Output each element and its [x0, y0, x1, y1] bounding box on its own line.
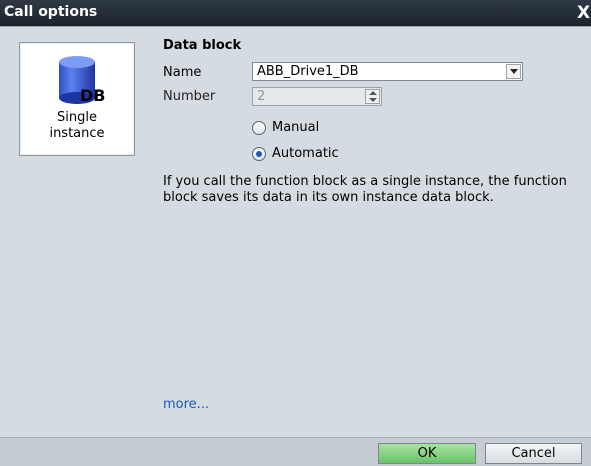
more-link[interactable]: more...	[163, 397, 209, 412]
name-value: ABB_Drive1_DB	[257, 64, 359, 79]
name-label: Name	[163, 65, 202, 80]
close-icon[interactable]: X	[577, 3, 591, 23]
dialog-body: DB Single instance Data block Name ABB_D…	[0, 26, 591, 438]
radio-manual-label: Manual	[272, 120, 320, 135]
chevron-down-icon[interactable]	[506, 64, 521, 79]
data-block-panel: Data block Name ABB_Drive1_DB Number 2 M…	[150, 27, 591, 438]
spinner-icon	[365, 89, 380, 104]
number-value: 2	[257, 89, 266, 104]
ok-button[interactable]: OK	[378, 443, 476, 464]
radio-automatic-label: Automatic	[272, 146, 339, 161]
cancel-button[interactable]: Cancel	[485, 443, 582, 464]
radio-manual-circle[interactable]	[252, 121, 266, 135]
name-dropdown[interactable]: ABB_Drive1_DB	[252, 62, 523, 81]
radio-automatic-circle[interactable]	[252, 147, 266, 161]
section-title: Data block	[163, 38, 242, 53]
number-label: Number	[163, 89, 216, 104]
db-icon-text: DB	[80, 86, 106, 105]
single-instance-button[interactable]: DB Single instance	[19, 42, 135, 156]
dialog-title: Call options	[4, 4, 98, 20]
description-text: If you call the function block as a sing…	[163, 174, 567, 205]
call-type-panel: DB Single instance	[0, 27, 150, 438]
title-bar: Call options X	[0, 0, 591, 26]
single-instance-label: Single instance	[49, 110, 105, 141]
number-stepper: 2	[252, 87, 382, 106]
dialog-footer: OK Cancel	[0, 437, 591, 466]
